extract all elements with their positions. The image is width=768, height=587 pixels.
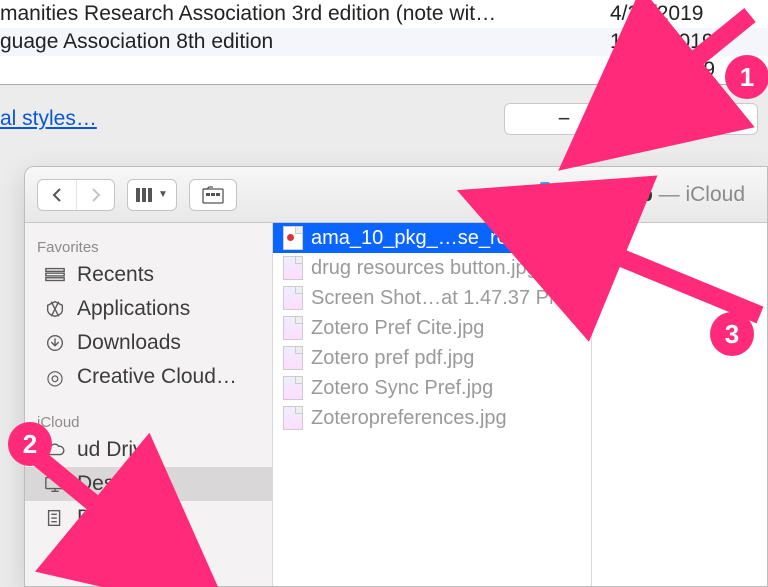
applications-icon — [43, 299, 67, 319]
file-row[interactable]: Zotero pref pdf.jpg — [273, 343, 591, 373]
sidebar-item-documents[interactable]: Documents — [25, 501, 272, 535]
chevron-left-icon — [51, 187, 63, 203]
folder-icon — [540, 186, 562, 204]
file-row[interactable]: Zoteropreferences.jpg — [273, 403, 591, 433]
sidebar-item-label: Documents — [77, 506, 183, 530]
preferences-window: manities Research Association 3rd editio… — [0, 0, 768, 157]
finder-sidebar: Favorites Recents Applications Downloads… — [25, 223, 273, 586]
file-row[interactable]: drug resources button.jpg — [273, 253, 591, 283]
cloud-icon — [43, 440, 67, 460]
location-name: Desktop — [570, 183, 653, 206]
recents-icon — [43, 265, 67, 285]
documents-icon — [43, 508, 67, 528]
file-name: drug resources button.jpg — [311, 257, 538, 280]
style-name: guage Association 8th edition — [0, 30, 273, 54]
sidebar-item-label: ud Drive — [77, 438, 155, 462]
sidebar-section-favorites: Favorites — [25, 233, 272, 258]
sidebar-item-downloads[interactable]: Downloads — [25, 326, 272, 360]
sidebar-item-label: Creative Cloud… — [77, 365, 237, 389]
file-icon — [283, 226, 303, 250]
sidebar-item-label: Applications — [77, 297, 190, 321]
style-row[interactable]: manities Research Association 3rd editio… — [0, 0, 768, 28]
sidebar-item-recents[interactable]: Recents — [25, 258, 272, 292]
file-name: Zotero Sync Pref.jpg — [311, 377, 493, 400]
file-icon — [283, 316, 303, 340]
style-date: 10/11/2019 — [610, 30, 760, 54]
style-name: manities Research Association 3rd editio… — [0, 2, 496, 26]
file-row[interactable]: Zotero Sync Pref.jpg — [273, 373, 591, 403]
sidebar-item-label: Desktop — [77, 472, 154, 496]
file-name: Zoteropreferences.jpg — [311, 407, 507, 430]
sidebar-item-label: Recents — [77, 263, 154, 287]
sidebar-item-desktop[interactable]: Desktop — [25, 467, 272, 501]
style-row[interactable]: 10/10/2019 — [0, 56, 768, 84]
file-row[interactable]: Screen Shot…at 1.47.37 PM — [273, 283, 591, 313]
sidebar-item-applications[interactable]: Applications — [25, 292, 272, 326]
finder-toolbar: ▼ Desktop — iCloud — [25, 167, 767, 223]
remove-style-button[interactable]: − — [504, 103, 624, 135]
location-cloud: — iCloud — [653, 183, 745, 206]
back-button[interactable] — [38, 180, 76, 210]
file-name: ama_10_pkg_…se_report.csl — [311, 227, 572, 250]
sidebar-item-icloud-drive[interactable]: ud Drive — [25, 433, 272, 467]
file-icon — [283, 346, 303, 370]
style-toolbar: al styles… − + — [0, 85, 768, 157]
chevron-right-icon — [90, 187, 102, 203]
location-indicator[interactable]: Desktop — iCloud — [540, 183, 755, 207]
file-icon — [283, 376, 303, 400]
folder-grid-icon — [202, 186, 224, 204]
sidebar-item-creative-cloud[interactable]: ◎ Creative Cloud… — [25, 360, 272, 394]
file-list-column: ama_10_pkg_…se_report.csl drug resources… — [273, 223, 592, 586]
style-date: 4/27/2019 — [610, 2, 760, 26]
file-row[interactable]: Zotero Pref Cite.jpg — [273, 313, 591, 343]
additional-styles-link[interactable]: al styles… — [0, 107, 97, 131]
sidebar-section-icloud: iCloud — [25, 408, 272, 433]
creative-cloud-icon: ◎ — [43, 367, 67, 387]
style-list: manities Research Association 3rd editio… — [0, 0, 768, 85]
file-row[interactable]: ama_10_pkg_…se_report.csl — [273, 223, 591, 253]
preview-column — [592, 223, 767, 586]
add-style-button[interactable]: + — [638, 103, 758, 135]
columns-view-icon — [136, 188, 152, 202]
forward-button[interactable] — [76, 180, 114, 210]
file-icon — [283, 286, 303, 310]
nav-group — [37, 179, 115, 211]
finder-window: ▼ Desktop — iCloud Favorites Recents App… — [24, 166, 768, 587]
chevron-down-icon: ▼ — [158, 189, 168, 200]
file-name: Zotero Pref Cite.jpg — [311, 317, 484, 340]
group-by-button[interactable] — [189, 179, 237, 211]
downloads-icon — [43, 333, 67, 353]
desktop-icon — [43, 474, 67, 494]
file-icon — [283, 256, 303, 280]
style-date: 10/10/2019 — [610, 58, 760, 82]
file-name: Zotero pref pdf.jpg — [311, 347, 474, 370]
file-icon — [283, 406, 303, 430]
style-row[interactable]: guage Association 8th edition 10/11/2019 — [0, 28, 768, 56]
view-mode-button[interactable]: ▼ — [127, 179, 177, 211]
file-name: Screen Shot…at 1.47.37 PM — [311, 287, 566, 310]
sidebar-item-label: Downloads — [77, 331, 181, 355]
